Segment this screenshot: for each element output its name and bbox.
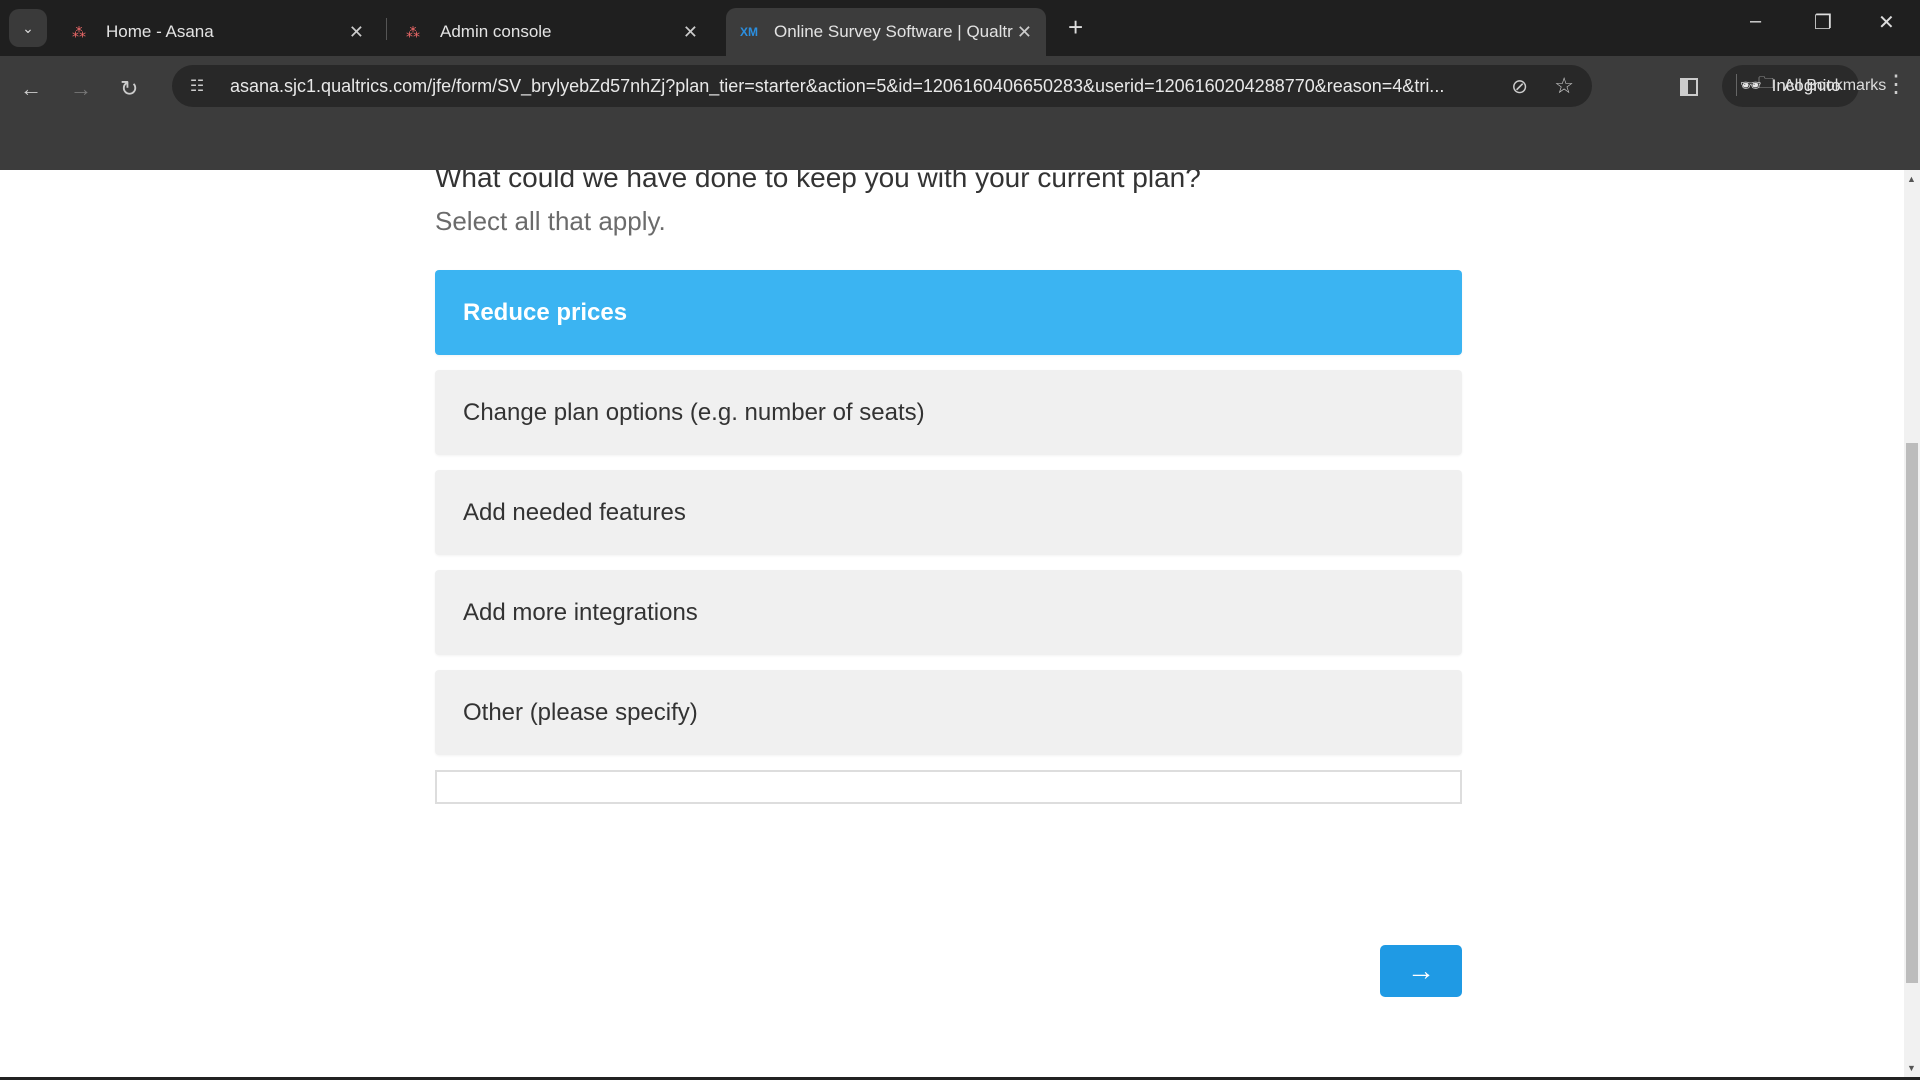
tab-search-button[interactable]: ⌄: [9, 9, 47, 47]
option-label: Other (please specify): [463, 698, 698, 726]
option-add-integrations[interactable]: Add more integrations: [435, 570, 1462, 655]
bookmark-star-icon[interactable]: ☆: [1554, 73, 1574, 99]
url-text[interactable]: asana.sjc1.qualtrics.com/jfe/form/SV_bry…: [230, 76, 1560, 97]
back-button[interactable]: ←: [20, 76, 42, 102]
qualtrics-xm-icon: XM: [740, 25, 758, 39]
close-window-button[interactable]: ✕: [1878, 10, 1895, 35]
site-info-icon[interactable]: ☷: [182, 76, 212, 96]
tab-title: Admin console: [440, 22, 552, 41]
address-bar[interactable]: ☷ asana.sjc1.qualtrics.com/jfe/form/SV_b…: [172, 65, 1592, 107]
all-bookmarks-button[interactable]: 🗀 All Bookmarks: [1758, 72, 1886, 99]
asana-icon: ⁂: [406, 23, 420, 40]
scrollbar-thumb[interactable]: [1906, 443, 1918, 983]
asana-icon: ⁂: [72, 23, 86, 40]
next-button[interactable]: →: [1380, 945, 1462, 997]
scrollbar[interactable]: ▲ ▼: [1904, 170, 1920, 1077]
option-reduce-prices[interactable]: Reduce prices: [435, 270, 1462, 355]
eye-off-icon[interactable]: ⊘: [1511, 74, 1528, 99]
all-bookmarks-label: All Bookmarks: [1784, 76, 1887, 94]
new-tab-button[interactable]: +: [1068, 12, 1083, 43]
close-icon[interactable]: ✕: [1017, 22, 1032, 43]
tab-admin-console[interactable]: ⁂ Admin console ✕: [392, 8, 712, 56]
menu-icon[interactable]: ⋮: [1884, 70, 1908, 99]
tab-bar: ⌄ ⁂ Home - Asana ✕ ⁂ Admin console ✕ XM …: [0, 0, 1920, 56]
scroll-up-icon[interactable]: ▲: [1907, 174, 1916, 184]
tab-title: Home - Asana: [106, 22, 214, 41]
toolbar: ← → ↻ ☷ asana.sjc1.qualtrics.com/jfe/for…: [0, 56, 1920, 170]
tab-home-asana[interactable]: ⁂ Home - Asana ✕: [58, 8, 378, 56]
option-label: Reduce prices: [463, 298, 628, 326]
option-change-plan[interactable]: Change plan options (e.g. number of seat…: [435, 370, 1462, 455]
option-other[interactable]: Other (please specify): [435, 670, 1462, 755]
tab-title: Online Survey Software | Qualtr: [774, 22, 1013, 41]
survey-page: What could we have done to keep you with…: [0, 170, 1904, 1077]
reload-button[interactable]: ↻: [120, 76, 138, 102]
question-instruction: Select all that apply.: [435, 206, 666, 236]
close-icon[interactable]: ✕: [683, 22, 698, 43]
option-label: Add more integrations: [463, 598, 698, 626]
tab-separator: [386, 18, 387, 40]
other-specify-input[interactable]: [435, 770, 1462, 804]
tab-qualtrics[interactable]: XM Online Survey Software | Qualtr ✕: [726, 8, 1046, 56]
option-label: Add needed features: [463, 498, 686, 526]
close-icon[interactable]: ✕: [349, 22, 364, 43]
side-panel-icon[interactable]: [1680, 78, 1698, 96]
minimize-button[interactable]: –: [1750, 10, 1761, 33]
bookmarks-separator: [1736, 74, 1737, 96]
option-add-features[interactable]: Add needed features: [435, 470, 1462, 555]
forward-button[interactable]: →: [70, 76, 92, 102]
option-label: Change plan options (e.g. number of seat…: [463, 398, 925, 426]
scroll-down-icon[interactable]: ▼: [1907, 1063, 1916, 1073]
folder-icon: 🗀: [1758, 75, 1775, 92]
question-text: What could we have done to keep you with…: [435, 170, 1201, 193]
restore-button[interactable]: ❐: [1814, 10, 1832, 35]
